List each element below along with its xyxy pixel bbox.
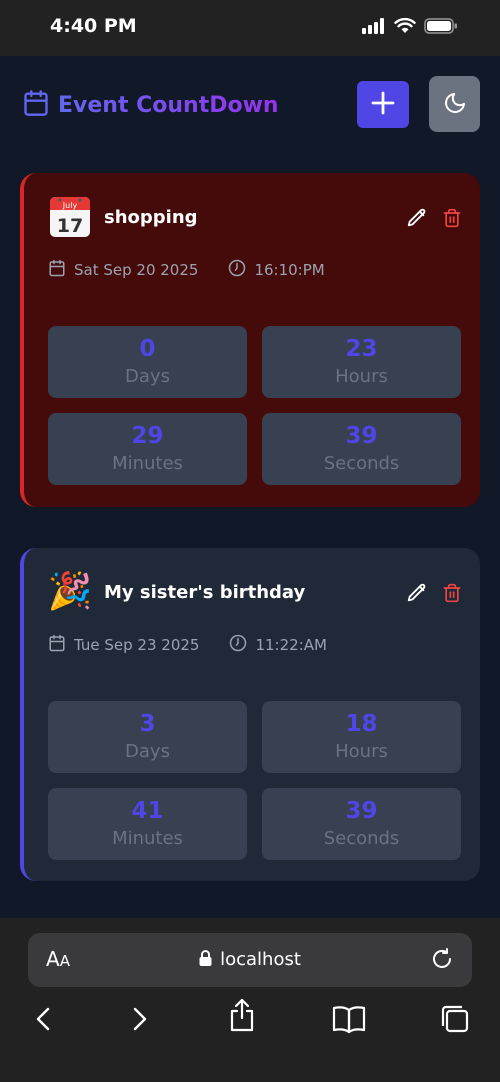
minutes-cell: 41 Minutes: [48, 788, 247, 860]
days-value: 3: [139, 711, 156, 737]
status-icons: [362, 17, 458, 38]
moon-icon: [443, 91, 467, 118]
seconds-label: Seconds: [323, 828, 400, 849]
seconds-cell: 39 Seconds: [262, 788, 461, 860]
battery-icon: [424, 18, 458, 38]
app-title: Event CountDown: [58, 92, 279, 118]
bookmarks-icon[interactable]: [332, 1004, 366, 1034]
hours-value: 18: [345, 711, 378, 737]
days-cell: 0 Days: [48, 326, 247, 398]
seconds-cell: 39 Seconds: [262, 413, 461, 485]
delete-icon[interactable]: [442, 582, 462, 604]
browser-toolbar: AA localhost: [0, 918, 500, 1082]
seconds-value: 39: [345, 798, 378, 824]
signal-icon: [362, 18, 386, 38]
party-popper-icon: 🎉: [47, 571, 93, 612]
app-header: Event CountDown: [0, 56, 500, 166]
event-card: July 17 shopping Sat Sep 20 2025 16:10:P…: [20, 173, 480, 507]
minutes-value: 41: [131, 798, 164, 824]
calendar-icon: [48, 634, 66, 656]
event-date: Tue Sep 23 2025: [74, 636, 200, 654]
event-header: 🎉 My sister's birthday: [47, 570, 306, 614]
countdown-grid: 0 Days 23 Hours 29 Minutes 39 Seconds: [48, 326, 461, 485]
event-meta: Sat Sep 20 2025 16:10:PM: [48, 259, 325, 281]
minutes-cell: 29 Minutes: [48, 413, 247, 485]
days-cell: 3 Days: [48, 701, 247, 773]
svg-text:July: July: [62, 201, 78, 210]
clock-icon: [229, 634, 247, 656]
url-display[interactable]: localhost: [28, 949, 472, 970]
event-actions: [406, 207, 462, 229]
hours-cell: 18 Hours: [262, 701, 461, 773]
share-icon[interactable]: [228, 998, 256, 1032]
back-icon[interactable]: [33, 1004, 53, 1034]
calendar-icon: [22, 88, 50, 122]
event-meta: Tue Sep 23 2025 11:22:AM: [48, 634, 327, 656]
wifi-icon: [394, 17, 416, 38]
browser-nav-row: [0, 998, 500, 1042]
calendar-emoji-icon: July 17: [48, 195, 92, 239]
event-card: 🎉 My sister's birthday Tue Sep 23 2025 1…: [20, 548, 480, 881]
days-value: 0: [139, 336, 156, 362]
hours-value: 23: [345, 336, 378, 362]
event-time: 16:10:PM: [254, 261, 325, 279]
edit-icon[interactable]: [406, 582, 428, 604]
forward-icon[interactable]: [130, 1004, 150, 1034]
seconds-value: 39: [345, 423, 378, 449]
brand: Event CountDown: [22, 88, 279, 122]
status-bar: 4:40 PM: [0, 0, 500, 56]
status-time: 4:40 PM: [50, 15, 137, 37]
reload-icon[interactable]: [430, 947, 454, 971]
countdown-grid: 3 Days 18 Hours 41 Minutes 39 Seconds: [48, 701, 461, 860]
minutes-label: Minutes: [112, 453, 183, 474]
delete-icon[interactable]: [442, 207, 462, 229]
calendar-icon: [48, 259, 66, 281]
minutes-label: Minutes: [112, 828, 183, 849]
svg-text:17: 17: [57, 215, 83, 237]
hours-cell: 23 Hours: [262, 326, 461, 398]
minutes-value: 29: [131, 423, 164, 449]
event-title: shopping: [104, 206, 198, 228]
event-title: My sister's birthday: [104, 581, 306, 603]
address-bar[interactable]: AA localhost: [28, 933, 472, 987]
url-text: localhost: [220, 949, 301, 970]
event-time: 11:22:AM: [255, 636, 327, 654]
theme-toggle-button[interactable]: [429, 76, 480, 132]
seconds-label: Seconds: [323, 453, 400, 474]
add-event-button[interactable]: [357, 81, 409, 128]
event-date: Sat Sep 20 2025: [74, 261, 199, 279]
edit-icon[interactable]: [406, 207, 428, 229]
lock-icon: [199, 949, 212, 970]
clock-icon: [228, 259, 246, 281]
tabs-icon[interactable]: [440, 1004, 470, 1034]
event-actions: [406, 582, 462, 604]
hours-label: Hours: [335, 366, 388, 387]
plus-icon: [371, 91, 395, 118]
days-label: Days: [125, 366, 170, 387]
event-header: July 17 shopping: [48, 195, 198, 239]
days-label: Days: [125, 741, 170, 762]
hours-label: Hours: [335, 741, 388, 762]
